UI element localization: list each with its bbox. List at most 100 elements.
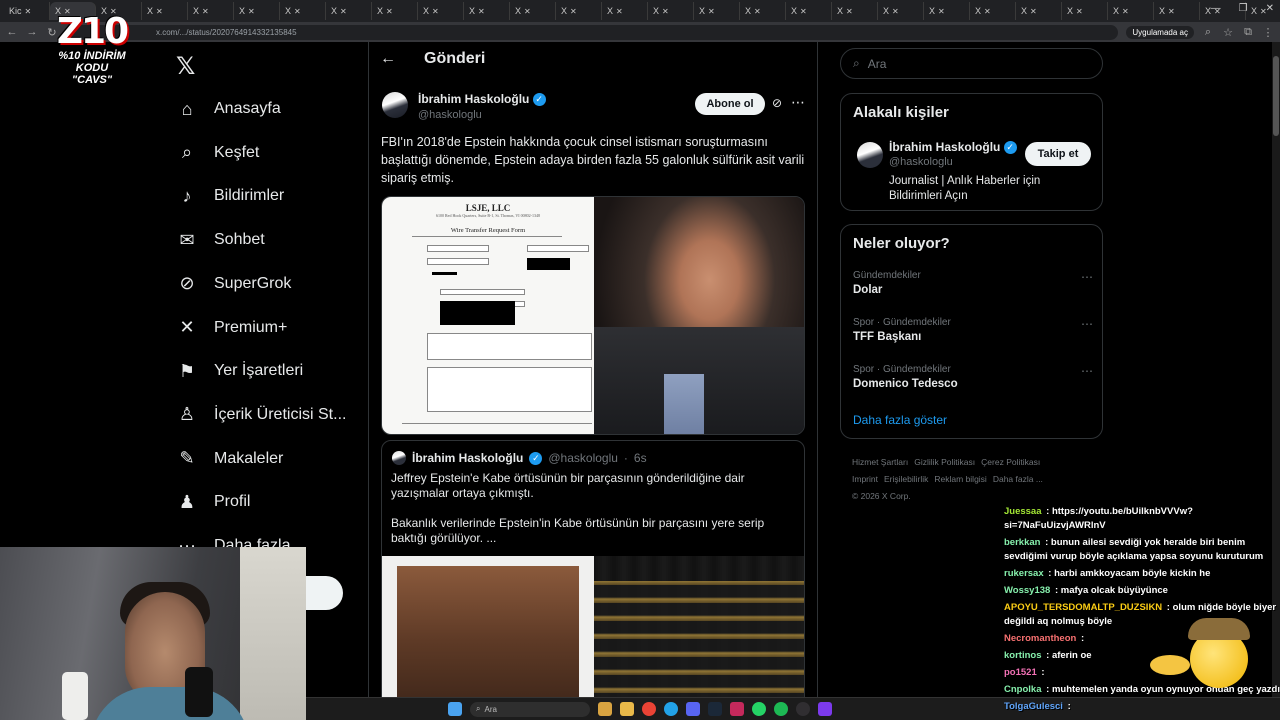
chat-username[interactable]: Cnpolka bbox=[1004, 684, 1041, 695]
chat-username[interactable]: Necromantheon bbox=[1004, 633, 1076, 644]
browser-tab[interactable]: X ✕ bbox=[1016, 2, 1062, 20]
nav-item-3[interactable]: ✉ Sohbet bbox=[176, 229, 264, 251]
close-tab-icon[interactable]: ✕ bbox=[340, 7, 347, 16]
scrollbar-thumb[interactable] bbox=[1273, 56, 1279, 136]
footer-link[interactable]: Imprint bbox=[852, 474, 878, 484]
browser-tab[interactable]: X ✕ bbox=[694, 2, 740, 20]
footer-link[interactable]: Erişilebilirlik bbox=[884, 474, 928, 484]
browser-tab[interactable]: X ✕ bbox=[786, 2, 832, 20]
wire-transfer-document-image[interactable]: LSJE, LLC 6100 Red Hook Quarters, Suite … bbox=[382, 197, 594, 434]
related-person-handle[interactable]: @haskologlu bbox=[889, 156, 953, 168]
browser-tab[interactable]: X ✕ bbox=[142, 2, 188, 20]
bookmark-star-icon[interactable]: ☆ bbox=[1222, 26, 1234, 39]
close-tab-icon[interactable]: ✕ bbox=[1030, 7, 1037, 16]
footer-link[interactable]: Çerez Politikası bbox=[981, 457, 1040, 467]
footer-link[interactable]: Hizmet Şartları bbox=[852, 457, 908, 467]
browser-tab[interactable]: X ✕ bbox=[832, 2, 878, 20]
open-in-app-chip[interactable]: Uygulamada aç bbox=[1126, 25, 1194, 39]
close-tab-icon[interactable]: ✕ bbox=[846, 7, 853, 16]
chat-username[interactable]: berkkan bbox=[1004, 537, 1040, 548]
chat-username[interactable]: TolgaGulesci bbox=[1004, 701, 1063, 712]
close-tab-icon[interactable]: ✕ bbox=[386, 7, 393, 16]
close-window-icon[interactable]: ✕ bbox=[1266, 3, 1274, 14]
quoted-post-media[interactable] bbox=[382, 556, 804, 720]
browser-tab[interactable]: X ✕ bbox=[234, 2, 280, 20]
browser-tab[interactable]: X ✕ bbox=[740, 2, 786, 20]
forward-icon[interactable]: → bbox=[26, 26, 38, 38]
chat-username[interactable]: Wossy138 bbox=[1004, 585, 1050, 596]
trend-item[interactable]: Gündemdekiler Dolar ⋯ bbox=[853, 270, 1093, 296]
close-tab-icon[interactable]: ✕ bbox=[892, 7, 899, 16]
close-tab-icon[interactable]: ✕ bbox=[662, 7, 669, 16]
app-icon[interactable] bbox=[818, 702, 832, 716]
close-tab-icon[interactable]: ✕ bbox=[984, 7, 991, 16]
chat-username[interactable]: Juessaa bbox=[1004, 506, 1042, 517]
browser-tab[interactable]: X ✕ bbox=[280, 2, 326, 20]
obs-icon[interactable] bbox=[796, 702, 810, 716]
close-tab-icon[interactable]: ✕ bbox=[708, 7, 715, 16]
browser-tab[interactable]: X ✕ bbox=[970, 2, 1016, 20]
close-tab-icon[interactable]: ✕ bbox=[25, 7, 32, 16]
nav-item-0[interactable]: ⌂ Anasayfa bbox=[176, 98, 281, 120]
steam-icon[interactable] bbox=[708, 702, 722, 716]
chat-username[interactable]: kortinos bbox=[1004, 650, 1041, 661]
browser-tab[interactable]: X ✕ bbox=[1062, 2, 1108, 20]
post-media[interactable]: LSJE, LLC 6100 Red Hook Quarters, Suite … bbox=[381, 196, 805, 435]
extensions-icon[interactable]: ⧉ bbox=[1242, 26, 1254, 39]
footer-link[interactable]: © 2026 X Corp. bbox=[852, 491, 911, 501]
chrome-icon[interactable] bbox=[642, 702, 656, 716]
post-compose-button[interactable] bbox=[305, 576, 343, 610]
author-name[interactable]: İbrahim Haskoloğlu bbox=[418, 92, 529, 106]
widgets-icon[interactable] bbox=[598, 702, 612, 716]
footer-link[interactable]: Daha fazla ... bbox=[993, 474, 1043, 484]
close-tab-icon[interactable]: ✕ bbox=[432, 7, 439, 16]
x-logo-icon[interactable]: 𝕏 bbox=[176, 52, 195, 81]
nav-item-1[interactable]: ⌕ Keşfet bbox=[176, 142, 259, 164]
nav-item-5[interactable]: ✕ Premium+ bbox=[176, 317, 287, 339]
zoom-icon[interactable]: ⌕ bbox=[1202, 26, 1214, 39]
avatar[interactable] bbox=[382, 92, 408, 118]
browser-tab[interactable]: X ✕ bbox=[924, 2, 970, 20]
trend-item[interactable]: Spor · Gündemdekiler Domenico Tedesco ⋯ bbox=[853, 364, 1093, 390]
browser-tab[interactable]: X ✕ bbox=[1154, 2, 1200, 20]
minimize-icon[interactable]: — bbox=[1211, 3, 1221, 14]
close-tab-icon[interactable]: ✕ bbox=[1168, 7, 1175, 16]
app-icon[interactable] bbox=[730, 702, 744, 716]
chat-username[interactable]: rukersax bbox=[1004, 568, 1044, 579]
browser-tab[interactable]: X ✕ bbox=[556, 2, 602, 20]
more-options-icon[interactable]: ⋯ bbox=[1081, 317, 1093, 331]
more-options-icon[interactable]: ⋯ bbox=[791, 94, 805, 111]
grok-icon[interactable]: ⊘ bbox=[772, 96, 782, 110]
follow-button[interactable]: Takip et bbox=[1025, 142, 1091, 166]
more-options-icon[interactable]: ⋯ bbox=[1081, 270, 1093, 284]
kaaba-cloth-photo[interactable] bbox=[594, 556, 804, 720]
menu-icon[interactable]: ⋮ bbox=[1262, 26, 1274, 39]
browser-tab[interactable]: X ✕ bbox=[464, 2, 510, 20]
avatar[interactable] bbox=[857, 142, 883, 168]
close-tab-icon[interactable]: ✕ bbox=[156, 7, 163, 16]
browser-tab[interactable]: X ✕ bbox=[602, 2, 648, 20]
browser-tab[interactable]: X ✕ bbox=[510, 2, 556, 20]
chat-username[interactable]: APOYU_TERSDOMALTP_DUZSIKN bbox=[1004, 602, 1162, 613]
stairs-photo[interactable] bbox=[382, 556, 594, 720]
post-author[interactable]: İbrahim Haskoloğlu ✓ @haskologlu bbox=[382, 92, 546, 121]
nav-item-6[interactable]: ⚑ Yer İşaretleri bbox=[176, 360, 303, 382]
back-icon[interactable]: ← bbox=[6, 26, 18, 38]
browser-tab[interactable]: X ✕ bbox=[326, 2, 372, 20]
browser-tab[interactable]: X ✕ bbox=[648, 2, 694, 20]
trend-item[interactable]: Spor · Gündemdekiler TFF Başkanı ⋯ bbox=[853, 317, 1093, 343]
related-person-name[interactable]: İbrahim Haskoloğlu ✓ bbox=[889, 140, 1017, 155]
close-tab-icon[interactable]: ✕ bbox=[202, 7, 209, 16]
search-input[interactable]: ⌕ Ara bbox=[840, 48, 1103, 79]
url-field[interactable]: x.com/.../status/2020764914332135845 bbox=[66, 24, 1119, 40]
author-handle[interactable]: @haskologlu bbox=[418, 109, 546, 121]
nav-item-2[interactable]: ♪ Bildirimler bbox=[176, 185, 285, 207]
browser-tab[interactable]: X ✕ bbox=[372, 2, 418, 20]
nav-item-7[interactable]: ♙ İçerik Üreticisi St... bbox=[176, 404, 347, 426]
discord-icon[interactable] bbox=[686, 702, 700, 716]
whatsapp-icon[interactable] bbox=[752, 702, 766, 716]
browser-tab[interactable]: X ✕ bbox=[418, 2, 464, 20]
browser-tab[interactable]: X ✕ bbox=[878, 2, 924, 20]
close-tab-icon[interactable]: ✕ bbox=[524, 7, 531, 16]
edge-icon[interactable] bbox=[664, 702, 678, 716]
